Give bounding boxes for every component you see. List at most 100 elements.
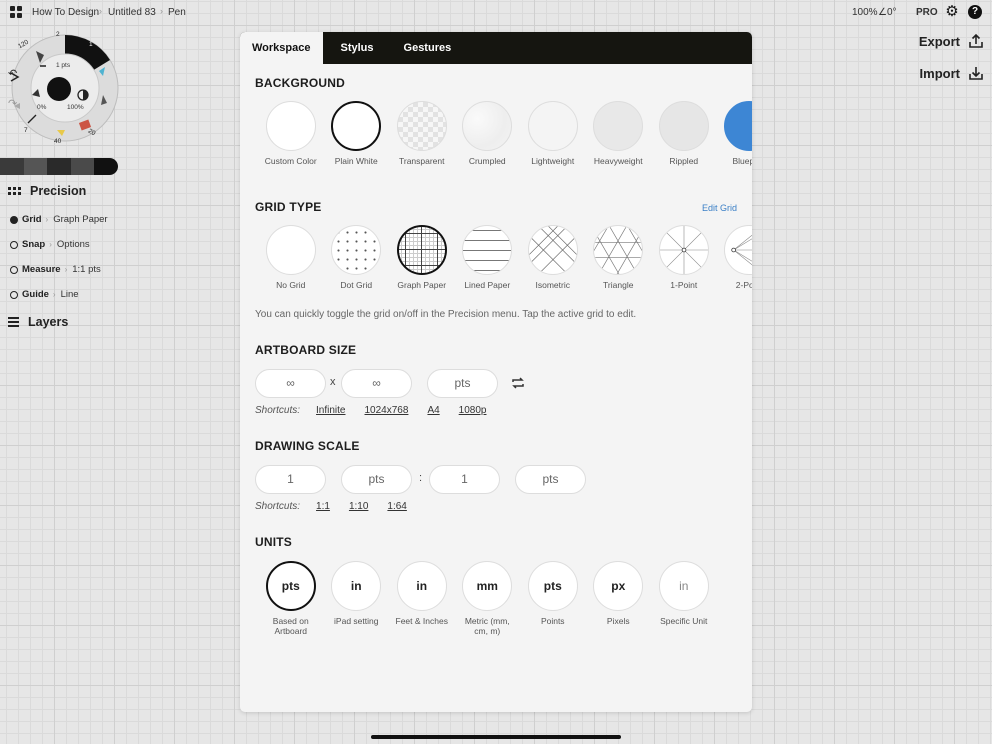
- unit-option-ipad-setting[interactable]: in iPad setting: [324, 561, 390, 636]
- unit-option-metric[interactable]: mm Metric (mm, cm, m): [455, 561, 521, 636]
- shortcuts-label: Shortcuts:: [255, 405, 301, 416]
- breadcrumb-gallery[interactable]: How To Design: [32, 7, 99, 18]
- palette-swatch[interactable]: [94, 158, 118, 175]
- precision-row-snap[interactable]: Snap › Options: [10, 239, 90, 250]
- precision-row-guide[interactable]: Guide › Line: [10, 289, 79, 300]
- palette-swatch[interactable]: [0, 158, 24, 175]
- redo-icon[interactable]: ↷: [8, 97, 17, 110]
- shortcut-1-64[interactable]: 1:64: [387, 501, 406, 512]
- unit-option-feet-inches[interactable]: in Feet & Inches: [389, 561, 455, 636]
- grid-option-isometric[interactable]: Isometric: [520, 225, 586, 290]
- grid-option-graph-paper[interactable]: Graph Paper: [389, 225, 455, 290]
- grid-option-dot-grid[interactable]: Dot Grid: [324, 225, 390, 290]
- opacity-max-label: 100%: [67, 104, 84, 111]
- option-label: Points: [540, 616, 565, 626]
- artboard-unit-select[interactable]: pts: [427, 369, 498, 398]
- scale-a-unit-select[interactable]: pts: [341, 465, 412, 494]
- export-button[interactable]: Export: [919, 33, 984, 49]
- unit-option-based-on-artboard[interactable]: pts Based on Artboard: [258, 561, 324, 636]
- color-palette[interactable]: [0, 158, 118, 175]
- size-preset[interactable]: 40: [54, 138, 61, 145]
- tab-gestures[interactable]: Gestures: [392, 32, 464, 64]
- precision-title: Precision: [30, 184, 87, 198]
- settings-modal: Workspace Stylus Gestures BACKGROUND Cus…: [240, 32, 752, 712]
- brush-size-label: 1 pts: [56, 62, 71, 69]
- option-label: Rippled: [669, 156, 699, 166]
- scale-b-input[interactable]: 1: [429, 465, 500, 494]
- undo-icon[interactable]: ↶: [8, 67, 17, 80]
- brush-wheel[interactable]: 1 pts 0% 100% 2 1 120 7 40 20 ↶ ↷: [8, 31, 120, 145]
- precision-menu[interactable]: Precision: [8, 184, 86, 198]
- shortcut-1024x768[interactable]: 1024x768: [365, 405, 409, 416]
- swatch-lightweight: [527, 101, 578, 151]
- palette-swatch[interactable]: [70, 158, 95, 175]
- unit-symbol: mm: [462, 561, 513, 611]
- option-label: No Grid: [276, 280, 306, 290]
- precision-grid-icon: [8, 187, 21, 195]
- background-option-transparent[interactable]: Transparent: [389, 101, 455, 166]
- background-option-plain-white[interactable]: Plain White: [324, 101, 390, 166]
- top-bar: How To Design › Untitled 83 › Pen 100% ∠…: [0, 0, 992, 25]
- dot-grid-icon: [331, 225, 382, 275]
- home-indicator[interactable]: [371, 735, 621, 739]
- grid-option-triangle[interactable]: Triangle: [586, 225, 652, 290]
- tab-stylus[interactable]: Stylus: [329, 32, 386, 64]
- size-preset[interactable]: 2: [56, 31, 60, 38]
- grid-option-no-grid[interactable]: No Grid: [258, 225, 324, 290]
- artboard-width-input[interactable]: ∞: [255, 369, 326, 398]
- import-button[interactable]: Import: [920, 65, 984, 81]
- palette-swatch[interactable]: [23, 158, 48, 175]
- background-option-heavyweight[interactable]: Heavyweight: [586, 101, 652, 166]
- shortcuts-label: Shortcuts:: [255, 501, 301, 512]
- breadcrumb-drawing[interactable]: Untitled 83: [108, 7, 156, 18]
- palette-swatch[interactable]: [47, 158, 71, 175]
- rotation-level[interactable]: ∠0°: [878, 7, 897, 18]
- layers-menu[interactable]: Layers: [8, 315, 68, 329]
- unit-symbol: px: [593, 561, 644, 611]
- scale-b-unit-select[interactable]: pts: [515, 465, 586, 494]
- swap-orientation-icon[interactable]: [511, 376, 525, 390]
- option-label: 2-Point: [735, 280, 752, 290]
- option-label: Crumpled: [468, 156, 506, 166]
- grid-option-lined-paper[interactable]: Lined Paper: [455, 225, 521, 290]
- size-preset[interactable]: 1: [89, 41, 93, 48]
- background-option-lightweight[interactable]: Lightweight: [520, 101, 586, 166]
- option-label: Plain White: [334, 156, 378, 166]
- unit-option-specific-unit[interactable]: in Specific Unit: [651, 561, 717, 636]
- precision-row-grid[interactable]: Grid › Graph Paper: [10, 214, 108, 225]
- unit-option-pixels[interactable]: px Pixels: [586, 561, 652, 636]
- precision-row-value: 1:1 pts: [72, 264, 101, 275]
- background-options: Custom Color Plain White Transparent Cru…: [258, 101, 752, 166]
- grid-option-2-point[interactable]: 2-Point: [717, 225, 752, 290]
- zoom-level[interactable]: 100%: [852, 7, 878, 18]
- shortcut-infinite[interactable]: Infinite: [316, 405, 345, 416]
- triangle-grid-icon: [593, 225, 644, 275]
- background-option-crumpled[interactable]: Crumpled: [455, 101, 521, 166]
- scale-a-input[interactable]: 1: [255, 465, 326, 494]
- help-icon[interactable]: ?: [968, 5, 982, 19]
- option-label: iPad setting: [334, 616, 379, 626]
- shortcut-1080p[interactable]: 1080p: [459, 405, 487, 416]
- toggle-dot-icon: [10, 290, 18, 299]
- background-option-rippled[interactable]: Rippled: [651, 101, 717, 166]
- shortcut-1-1[interactable]: 1:1: [316, 501, 330, 512]
- shortcut-1-10[interactable]: 1:10: [349, 501, 368, 512]
- breadcrumb-tool[interactable]: Pen: [168, 7, 186, 18]
- background-option-custom-color[interactable]: Custom Color: [258, 101, 324, 166]
- edit-grid-link[interactable]: Edit Grid: [702, 203, 737, 213]
- gallery-grid-icon[interactable]: [10, 6, 22, 18]
- swatch-transparent: [396, 101, 447, 151]
- pro-badge[interactable]: PRO: [916, 7, 938, 18]
- no-grid-icon: [265, 225, 316, 275]
- size-preset[interactable]: 7: [24, 127, 28, 134]
- option-label: Lightweight: [531, 156, 575, 166]
- precision-row-measure[interactable]: Measure › 1:1 pts: [10, 264, 101, 275]
- background-title: BACKGROUND: [255, 76, 345, 90]
- shortcut-a4[interactable]: A4: [427, 405, 439, 416]
- background-option-blueprint[interactable]: Blueprint: [717, 101, 752, 166]
- grid-option-1-point[interactable]: 1-Point: [651, 225, 717, 290]
- artboard-height-input[interactable]: ∞: [341, 369, 412, 398]
- unit-option-points[interactable]: pts Points: [520, 561, 586, 636]
- gear-icon[interactable]: ⚙: [944, 4, 960, 20]
- tab-workspace[interactable]: Workspace: [240, 32, 323, 64]
